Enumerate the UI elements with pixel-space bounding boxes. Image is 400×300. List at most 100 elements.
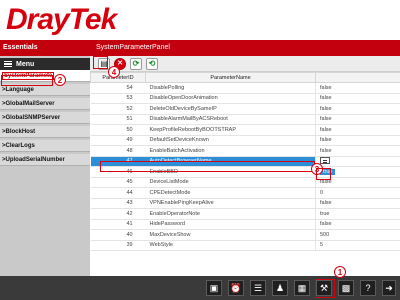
table-row[interactable]: 41 HidePassword false: [90, 219, 400, 230]
parameter-id-cell: 50: [90, 124, 146, 136]
sidebar-item-label: >BlockHost: [2, 128, 36, 135]
table-row[interactable]: 40 MaxDeviceShow 500: [90, 229, 400, 241]
parameter-name-cell: DisableOpenDoorAnimation: [145, 93, 316, 104]
undo-icon: ⟲: [148, 58, 156, 68]
parameter-id-cell-text: 42: [126, 210, 133, 217]
table-row[interactable]: 43 VPNEnablePingKeepAlive false: [90, 198, 400, 209]
table-row[interactable]: 48 EnableBatchActivation false: [90, 145, 400, 157]
table-row[interactable]: 44 CPEDetectMode 0: [90, 187, 400, 199]
parameter-id-cell-text: 39: [126, 242, 133, 249]
parameter-value-cell: false: [315, 135, 400, 146]
network-icon[interactable]: ▦: [294, 280, 310, 296]
parameter-id-cell-text: 41: [126, 221, 133, 228]
parameter-id-cell: 53: [90, 93, 146, 104]
parameter-value-cell-text: false: [320, 221, 332, 228]
parameter-id-cell: 43: [90, 198, 146, 209]
parameter-value-cell: false: [315, 93, 400, 104]
menu-toggle[interactable]: Menu: [0, 58, 90, 70]
parameter-name-cell-text: WebStyle: [149, 242, 173, 249]
sidebar-item-upload-serial-number[interactable]: >UploadSerialNumber: [0, 154, 90, 166]
parameter-value-cell: false: [315, 103, 400, 115]
logout-icon[interactable]: ➜: [382, 280, 396, 296]
panel-toolbar: ▤ ✕ ⟳ ⟲: [90, 56, 400, 72]
table-row[interactable]: 39 WebStyle 5: [90, 240, 400, 251]
parameter-name-cell: HidePassword: [145, 219, 316, 230]
parameter-value-cell-text: 5: [320, 242, 324, 249]
parameter-value-cell-text: 0: [320, 189, 324, 196]
header: DrayTek: [0, 0, 400, 40]
parameter-id-cell: 54: [90, 82, 146, 94]
parameter-id-cell-text: 52: [126, 105, 133, 112]
value-dropdown[interactable]: [315, 156, 400, 167]
table-row[interactable]: 45 DeviceListMode false: [90, 177, 400, 188]
refresh-button[interactable]: ⟳: [130, 57, 142, 70]
monitor-icon[interactable]: ▩: [338, 280, 354, 296]
restore-button[interactable]: ⟲: [146, 57, 158, 70]
parameter-name-cell-text: DisableOpenDoorAnimation: [149, 95, 218, 102]
parameter-value-cell-text: false: [320, 126, 332, 133]
sidebar-item-global-mail-server[interactable]: >GlobalMailServer: [0, 98, 90, 110]
parameter-name-cell-text: DefaultSetDeviceKnown: [149, 137, 209, 144]
parameter-id-cell-text: 53: [126, 95, 133, 102]
parameter-value-cell: false: [315, 198, 400, 209]
parameter-id-cell-text: 45: [126, 179, 133, 186]
parameter-name-cell: KeepProfileRebootByBOOTSTRAP: [145, 124, 316, 136]
dropdown-handle-icon[interactable]: [320, 156, 330, 164]
parameter-name-cell: WebStyle: [145, 240, 316, 251]
app-window: DrayTek Essentials Menu SystemParamete >…: [0, 0, 400, 300]
parameter-id-cell-text: 44: [126, 189, 133, 196]
device-icon[interactable]: ▣: [206, 280, 222, 296]
parameter-name-cell: DisableAlarmMailByACSReboot: [145, 114, 316, 125]
table-row[interactable]: 51 DisableAlarmMailByACSReboot false: [90, 114, 400, 125]
table-row[interactable]: 42 EnableOperatorNote true: [90, 208, 400, 220]
users-icon[interactable]: ♟: [272, 280, 288, 296]
parameter-value-cell: 0: [315, 187, 400, 199]
parameter-id-cell: 39: [90, 240, 146, 251]
parameter-name-cell-text: EnableBatchActivation: [149, 147, 205, 154]
parameter-value-cell-text: false: [320, 95, 332, 102]
parameter-value-cell: false: [315, 114, 400, 125]
menu-label: Menu: [16, 60, 35, 68]
parameter-name-cell: EnableOperatorNote: [145, 208, 316, 220]
parameter-value-cell: false: [315, 145, 400, 157]
parameter-id-cell-text: 51: [126, 116, 133, 123]
highlight-box-sidebar: [1, 75, 53, 86]
sidebar-item-global-snmp-server[interactable]: >GlobalSNMPServer: [0, 112, 90, 124]
system-parameter-panel: SystemParameterPanel ▤ ✕ ⟳ ⟲ ParameterID…: [90, 40, 400, 276]
parameter-value-cell: 500: [315, 229, 400, 241]
sidebar-item-block-host[interactable]: >BlockHost: [0, 126, 90, 138]
table-row[interactable]: 49 DefaultSetDeviceKnown false: [90, 135, 400, 146]
parameter-value-cell: true: [315, 208, 400, 220]
help-icon[interactable]: ?: [360, 280, 376, 296]
list-icon[interactable]: ☰: [250, 280, 266, 296]
column-header-parameter-name[interactable]: ParameterName: [145, 72, 316, 83]
parameter-name-cell: DeleteOldDeviceBySameIP: [145, 103, 316, 115]
sidebar-section-title: Essentials: [0, 40, 90, 56]
table-row[interactable]: 53 DisableOpenDoorAnimation false: [90, 93, 400, 104]
parameter-name-cell-text: DeleteOldDeviceBySameIP: [149, 105, 217, 112]
highlight-box-tools: [315, 279, 335, 298]
refresh-icon: ⟳: [132, 58, 140, 68]
table-row[interactable]: 50 KeepProfileRebootByBOOTSTRAP false: [90, 124, 400, 136]
table-row[interactable]: 54 DisablePolling false: [90, 82, 400, 94]
sidebar-item-label: >UploadSerialNumber: [2, 156, 65, 163]
parameter-id-cell: 51: [90, 114, 146, 125]
parameter-name-cell-text: EnableOperatorNote: [149, 210, 200, 217]
callout-4: 4: [108, 66, 120, 78]
table-row[interactable]: 52 DeleteOldDeviceBySameIP false: [90, 103, 400, 115]
parameter-id-cell: 48: [90, 145, 146, 157]
parameter-value-cell-text: false: [320, 116, 332, 123]
close-icon: ✕: [117, 60, 123, 67]
sidebar-item-clear-logs[interactable]: >ClearLogs: [0, 140, 90, 152]
parameter-value-cell-text: false: [320, 179, 332, 186]
sidebar-item-label: >GlobalSNMPServer: [2, 114, 61, 121]
alarm-clock-icon[interactable]: ⏰: [228, 280, 244, 296]
parameter-id-cell: 52: [90, 103, 146, 115]
parameter-id-cell: 41: [90, 219, 146, 230]
parameter-id-cell-text: 49: [126, 137, 133, 144]
parameter-value-cell: 5: [315, 240, 400, 251]
column-header-value[interactable]: [315, 72, 400, 83]
parameter-value-cell-text: false: [320, 147, 332, 154]
parameter-name-cell-text: DisableAlarmMailByACSReboot: [149, 116, 228, 123]
parameter-value-cell-text: false: [320, 84, 332, 91]
